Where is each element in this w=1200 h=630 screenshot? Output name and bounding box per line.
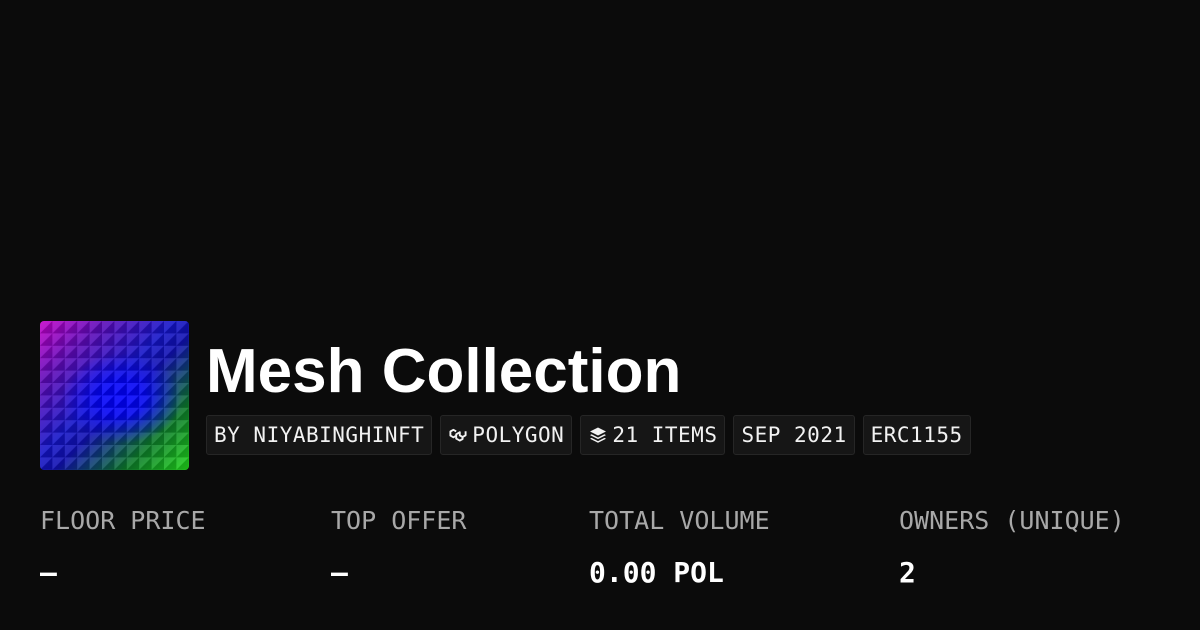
owners-label: OWNERS (UNIQUE) [899,506,1125,535]
polygon-chain-icon [448,425,468,445]
total-volume-value: 0.00 POL [589,556,724,589]
total-volume-stat: TOTAL VOLUME 0.00 POL [589,503,770,591]
collection-thumbnail [40,321,189,470]
creator-tag[interactable]: BY NIYABINGHINFT [206,415,433,455]
floor-price-label: FLOOR PRICE [40,506,206,535]
date-tag: SEP 2021 [733,415,855,455]
collection-share-card: Mesh Collection BY NIYABINGHINFT POLYGON [0,0,1200,630]
owners-stat: OWNERS (UNIQUE) 2 [899,503,1125,591]
chain-tag-label: POLYGON [472,423,565,447]
standard-tag: ERC1155 [862,415,971,455]
total-volume-label: TOTAL VOLUME [589,506,770,535]
floor-price-value: – [40,556,57,589]
items-tag[interactable]: 21 ITEMS [580,415,726,455]
collection-tags: BY NIYABINGHINFT POLYGON 21 ITEMS SEP 20… [206,415,971,455]
layers-icon [588,425,608,445]
standard-tag-label: ERC1155 [870,423,963,447]
floor-price-stat: FLOOR PRICE – [40,503,206,591]
mesh-pattern [40,321,189,470]
chain-tag[interactable]: POLYGON [440,415,573,455]
collection-title: Mesh Collection [206,337,682,406]
top-offer-label: TOP OFFER [331,506,467,535]
items-tag-label: 21 ITEMS [612,423,718,447]
top-offer-value: – [331,556,348,589]
creator-tag-label: BY NIYABINGHINFT [214,423,425,447]
date-tag-label: SEP 2021 [741,423,847,447]
top-offer-stat: TOP OFFER – [331,503,466,591]
owners-value: 2 [899,556,916,589]
